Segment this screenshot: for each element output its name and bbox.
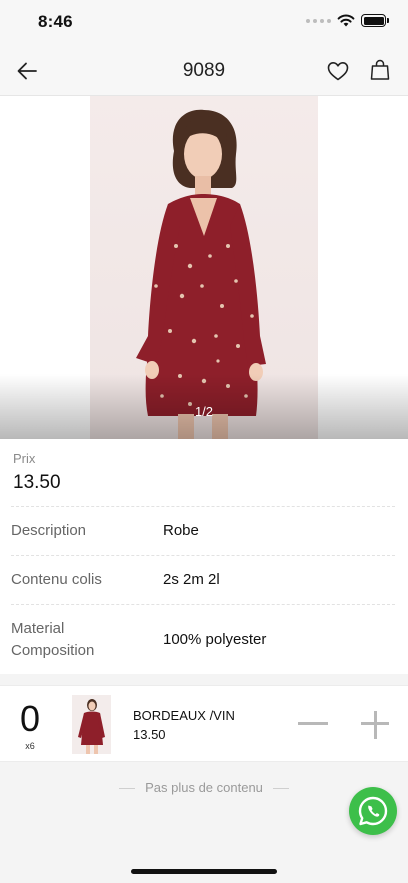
description-value: Robe xyxy=(163,522,199,539)
variant-name: BORDEAUX /VIN xyxy=(133,708,235,723)
divider xyxy=(11,604,395,605)
package-content-value: 2s 2m 2l xyxy=(163,571,220,588)
material-label: Material Composition xyxy=(11,620,95,659)
decrease-quantity-button[interactable] xyxy=(296,710,330,738)
quantity-value: 0 xyxy=(19,698,41,739)
divider xyxy=(11,506,395,507)
variant-row: 0 x6 BORDEAUX /VIN 13.50 xyxy=(0,685,408,762)
end-note-text: Pas plus de contenu xyxy=(145,780,263,795)
variant-thumbnail xyxy=(72,695,111,754)
pack-size: x6 xyxy=(25,741,35,751)
nav-bar: 9089 xyxy=(0,46,408,96)
status-icons xyxy=(306,14,389,27)
product-gallery[interactable]: 1/2 xyxy=(0,96,408,439)
gallery-counter: 1/2 xyxy=(194,404,214,419)
whatsapp-button[interactable] xyxy=(349,787,397,835)
shopping-bag-icon[interactable] xyxy=(368,58,392,82)
price-value: 13.50 xyxy=(13,472,61,493)
description-label: Description xyxy=(11,522,87,539)
variant-price: 13.50 xyxy=(133,727,166,742)
end-of-content-note: Pas plus de contenu xyxy=(0,780,408,795)
status-time: 8:46 xyxy=(38,12,73,31)
price-label: Prix xyxy=(13,451,36,466)
product-info: Prix 13.50 Description Robe Contenu coli… xyxy=(0,439,408,674)
battery-icon xyxy=(361,14,389,27)
heart-icon[interactable] xyxy=(326,59,350,83)
whatsapp-icon xyxy=(358,796,388,826)
status-bar: 8:46 xyxy=(0,0,408,46)
wifi-icon xyxy=(337,14,355,27)
divider xyxy=(11,555,395,556)
material-value: 100% polyester xyxy=(163,631,267,648)
home-indicator xyxy=(131,869,277,874)
signal-icon xyxy=(306,18,331,23)
increase-quantity-button[interactable] xyxy=(358,708,392,742)
package-content-label: Contenu colis xyxy=(11,571,102,588)
